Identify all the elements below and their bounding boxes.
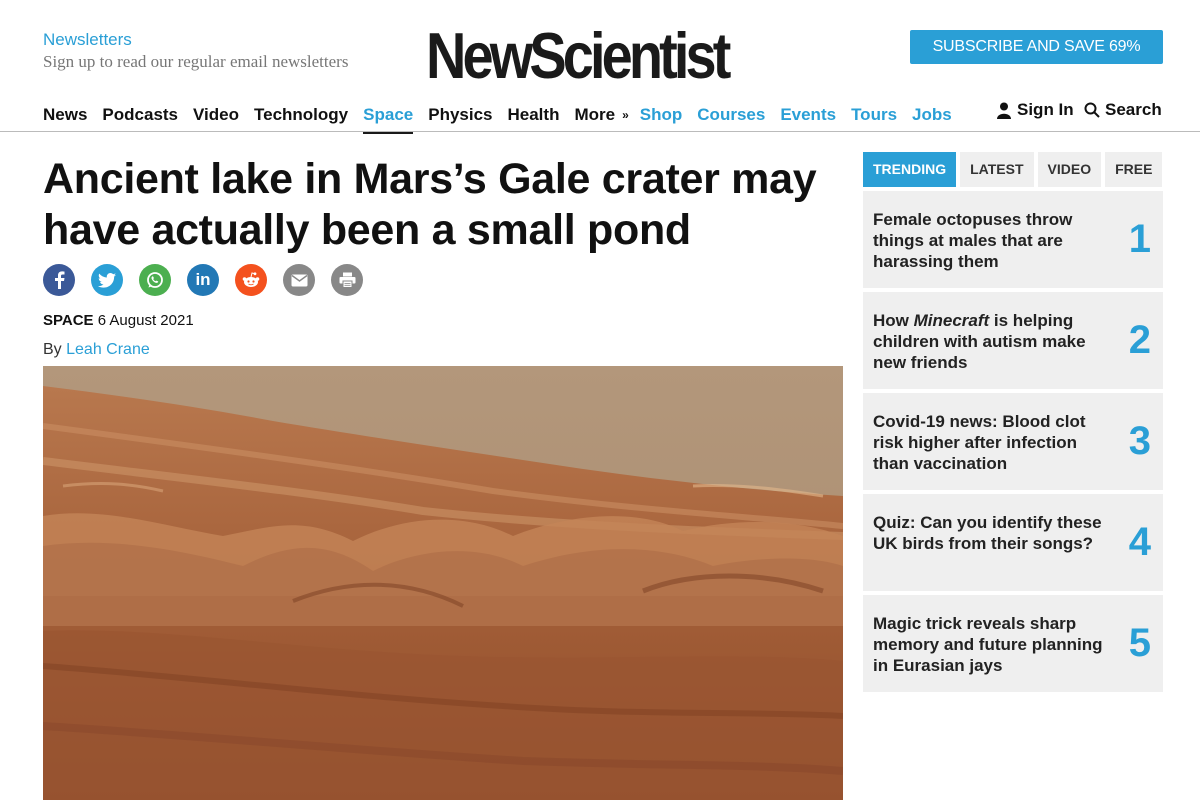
nav-item-health[interactable]: Health xyxy=(508,105,560,125)
user-icon xyxy=(997,102,1011,119)
trending-item[interactable]: Magic trick reveals sharp memory and fut… xyxy=(863,595,1163,692)
nav-item-podcasts[interactable]: Podcasts xyxy=(102,105,178,125)
header-divider xyxy=(0,131,1200,132)
search-button[interactable]: Search xyxy=(1084,100,1162,120)
trending-item[interactable]: How Minecraft is helping children with a… xyxy=(863,292,1163,389)
trending-title: How Minecraft is helping children with a… xyxy=(873,310,1108,373)
sidebar-tabs: TRENDING LATEST VIDEO FREE xyxy=(863,152,1163,187)
tab-video[interactable]: VIDEO xyxy=(1037,152,1102,187)
nav-item-physics[interactable]: Physics xyxy=(428,105,492,125)
search-icon xyxy=(1084,102,1100,118)
reddit-icon[interactable] xyxy=(235,264,267,296)
print-icon[interactable] xyxy=(331,264,363,296)
main-nav: News Podcasts Video Technology Space Phy… xyxy=(43,100,967,134)
linkedin-icon[interactable]: in xyxy=(187,264,219,296)
nav-item-jobs[interactable]: Jobs xyxy=(912,105,952,125)
nav-item-tours[interactable]: Tours xyxy=(851,105,897,125)
trending-title-emphasis: Minecraft xyxy=(913,311,990,330)
trending-rank: 3 xyxy=(1128,419,1151,463)
tab-trending[interactable]: TRENDING xyxy=(863,152,957,187)
trending-rank: 5 xyxy=(1128,621,1151,665)
trending-item[interactable]: Covid-19 news: Blood clot risk higher af… xyxy=(863,393,1163,490)
site-logo[interactable]: NewScientist xyxy=(426,23,731,88)
newsletters-description: Sign up to read our regular email newsle… xyxy=(43,52,349,71)
trending-rank: 2 xyxy=(1128,318,1151,362)
trending-rank: 1 xyxy=(1128,217,1151,261)
trending-title: Female octopuses throw things at males t… xyxy=(873,210,1073,271)
trending-title: Quiz: Can you identify these UK birds fr… xyxy=(873,513,1102,553)
twitter-icon[interactable] xyxy=(91,264,123,296)
article-date: 6 August 2021 xyxy=(97,312,194,329)
search-label: Search xyxy=(1105,100,1162,119)
nav-item-events[interactable]: Events xyxy=(780,105,836,125)
section-label[interactable]: SPACE xyxy=(43,312,94,329)
nav-item-more[interactable]: More xyxy=(574,105,615,125)
nav-item-news[interactable]: News xyxy=(43,105,87,125)
trending-title-part: How xyxy=(873,311,914,330)
nav-item-space[interactable]: Space xyxy=(363,105,414,134)
chevron-down-icon[interactable]: » xyxy=(622,108,629,122)
share-bar: in xyxy=(43,264,363,296)
whatsapp-icon[interactable] xyxy=(139,264,171,296)
trending-item[interactable]: Quiz: Can you identify these UK birds fr… xyxy=(863,494,1163,591)
tab-latest[interactable]: LATEST xyxy=(960,152,1034,187)
nav-item-courses[interactable]: Courses xyxy=(697,105,765,125)
email-icon[interactable] xyxy=(283,264,315,296)
trending-title: Covid-19 news: Blood clot risk higher af… xyxy=(873,412,1086,473)
sign-in-button[interactable]: Sign In xyxy=(997,100,1074,120)
trending-item[interactable]: Female octopuses throw things at males t… xyxy=(863,191,1163,288)
trending-rank: 4 xyxy=(1128,520,1151,564)
byline: By Leah Crane xyxy=(43,341,150,359)
newsletters-link[interactable]: Newsletters xyxy=(43,30,132,50)
subscribe-button[interactable]: SUBSCRIBE AND SAVE 69% xyxy=(910,30,1163,64)
tab-free[interactable]: FREE xyxy=(1105,152,1163,187)
sign-in-label: Sign In xyxy=(1017,100,1074,119)
facebook-icon[interactable] xyxy=(43,264,75,296)
author-link[interactable]: Leah Crane xyxy=(66,341,150,358)
article-headline: Ancient lake in Mars’s Gale crater may h… xyxy=(43,155,817,254)
article-meta: SPACE 6 August 2021 xyxy=(43,312,194,329)
trending-title: Magic trick reveals sharp memory and fut… xyxy=(873,614,1103,675)
nav-item-video[interactable]: Video xyxy=(193,105,239,125)
byline-prefix: By xyxy=(43,341,62,358)
nav-item-shop[interactable]: Shop xyxy=(640,105,683,125)
nav-item-technology[interactable]: Technology xyxy=(254,105,348,125)
hero-image xyxy=(43,366,843,800)
